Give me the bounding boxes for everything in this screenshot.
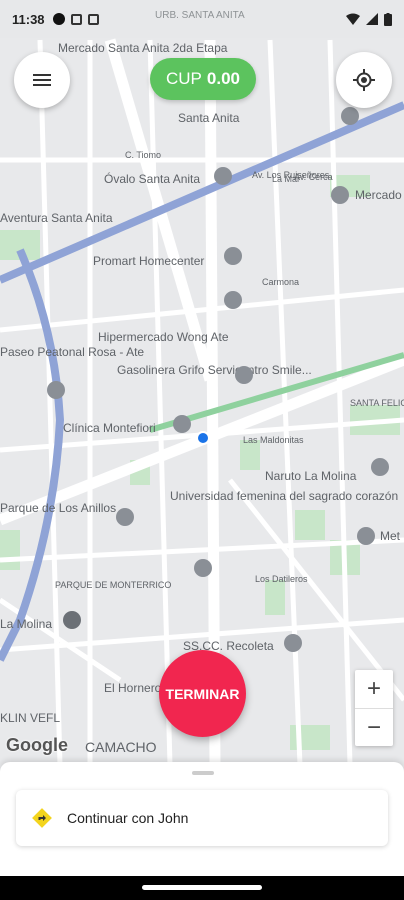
place-label: CAMACHO [85, 739, 157, 755]
place-label: Gasolinera Grifo Servicentro Smile... [117, 363, 312, 377]
home-gesture-bar[interactable] [142, 885, 262, 890]
zoom-out-button[interactable]: − [355, 708, 393, 746]
shop-pin-icon [331, 186, 349, 204]
place-label: Promart Homecenter [93, 254, 204, 268]
menu-button[interactable] [14, 52, 70, 108]
hospital-pin-icon [173, 415, 191, 433]
balance-currency: CUP [166, 69, 202, 88]
place-label: Naruto La Molina [265, 469, 357, 483]
balance-amount: 0.00 [206, 69, 240, 88]
zoom-controls: + − [355, 670, 393, 746]
landmark-pin-icon [47, 381, 65, 399]
place-label: La Mar [272, 174, 300, 184]
notification-dot-icon [52, 13, 65, 25]
app-notification-icon [87, 13, 99, 25]
battery-icon [384, 12, 392, 26]
signal-icon [366, 13, 378, 25]
place-label: Mercado Santa Anita 2da Etapa [58, 41, 228, 55]
status-right-icons [346, 12, 392, 26]
place-label: Aventura Santa Anita [0, 211, 113, 225]
place-label: Clínica Montefiori [63, 421, 156, 435]
place-label: PARQUE DE MONTERRICO [55, 580, 171, 590]
place-label: Parque de Los Anillos [0, 501, 116, 515]
place-label: C. Tiomo [125, 150, 161, 160]
place-label: Las Maldonitas [243, 435, 304, 445]
place-label: Met [380, 529, 401, 543]
place-label: La Molina [0, 617, 52, 631]
bottom-sheet: Continuar con John [0, 762, 404, 876]
status-bar: 11:38 [0, 0, 404, 38]
gps-target-icon [353, 69, 375, 91]
continue-label: Continuar con John [67, 810, 189, 826]
hamburger-icon [33, 71, 51, 89]
my-location-button[interactable] [336, 52, 392, 108]
school-pin-icon [194, 559, 212, 577]
wifi-icon [346, 13, 360, 25]
gas-pin-icon [235, 366, 253, 384]
place-label: Carmona [262, 277, 299, 287]
zoom-in-button[interactable]: + [355, 670, 393, 708]
place-pin-icon [357, 527, 375, 545]
shop-pin-icon [341, 107, 359, 125]
continue-button[interactable]: Continuar con John [16, 790, 388, 846]
directions-icon [32, 808, 52, 828]
church-pin-icon [284, 634, 302, 652]
app-notification-icon [70, 13, 82, 25]
place-label: Los Datileros [255, 574, 308, 584]
status-time: 11:38 [12, 11, 45, 27]
place-pin-icon [63, 611, 81, 629]
sheet-drag-handle[interactable] [192, 771, 214, 775]
place-label: El Hornero [104, 681, 162, 695]
place-label: KLIN VEFL [0, 711, 60, 725]
restaurant-pin-icon [371, 458, 389, 476]
google-attribution: Google [6, 735, 68, 755]
place-label: Óvalo Santa Anita [104, 171, 200, 186]
place-label: SANTA FELICIA [350, 398, 404, 408]
shop-pin-icon [214, 167, 232, 185]
place-label: Paseo Peatonal Rosa - Ate [0, 345, 144, 359]
place-label: Universidad femenina del sagrado corazón [170, 489, 398, 503]
balance-pill: CUP 0.00 [150, 58, 256, 100]
place-pin-icon [116, 508, 134, 526]
place-label: Hipermercado Wong Ate [98, 330, 229, 344]
place-label: Mercado [355, 188, 402, 202]
store-pin-icon [224, 247, 242, 265]
place-label: Santa Anita [178, 111, 240, 125]
shop-pin-icon [224, 291, 242, 309]
finish-button[interactable]: TERMINAR [159, 650, 246, 737]
system-nav-bar [0, 876, 404, 900]
